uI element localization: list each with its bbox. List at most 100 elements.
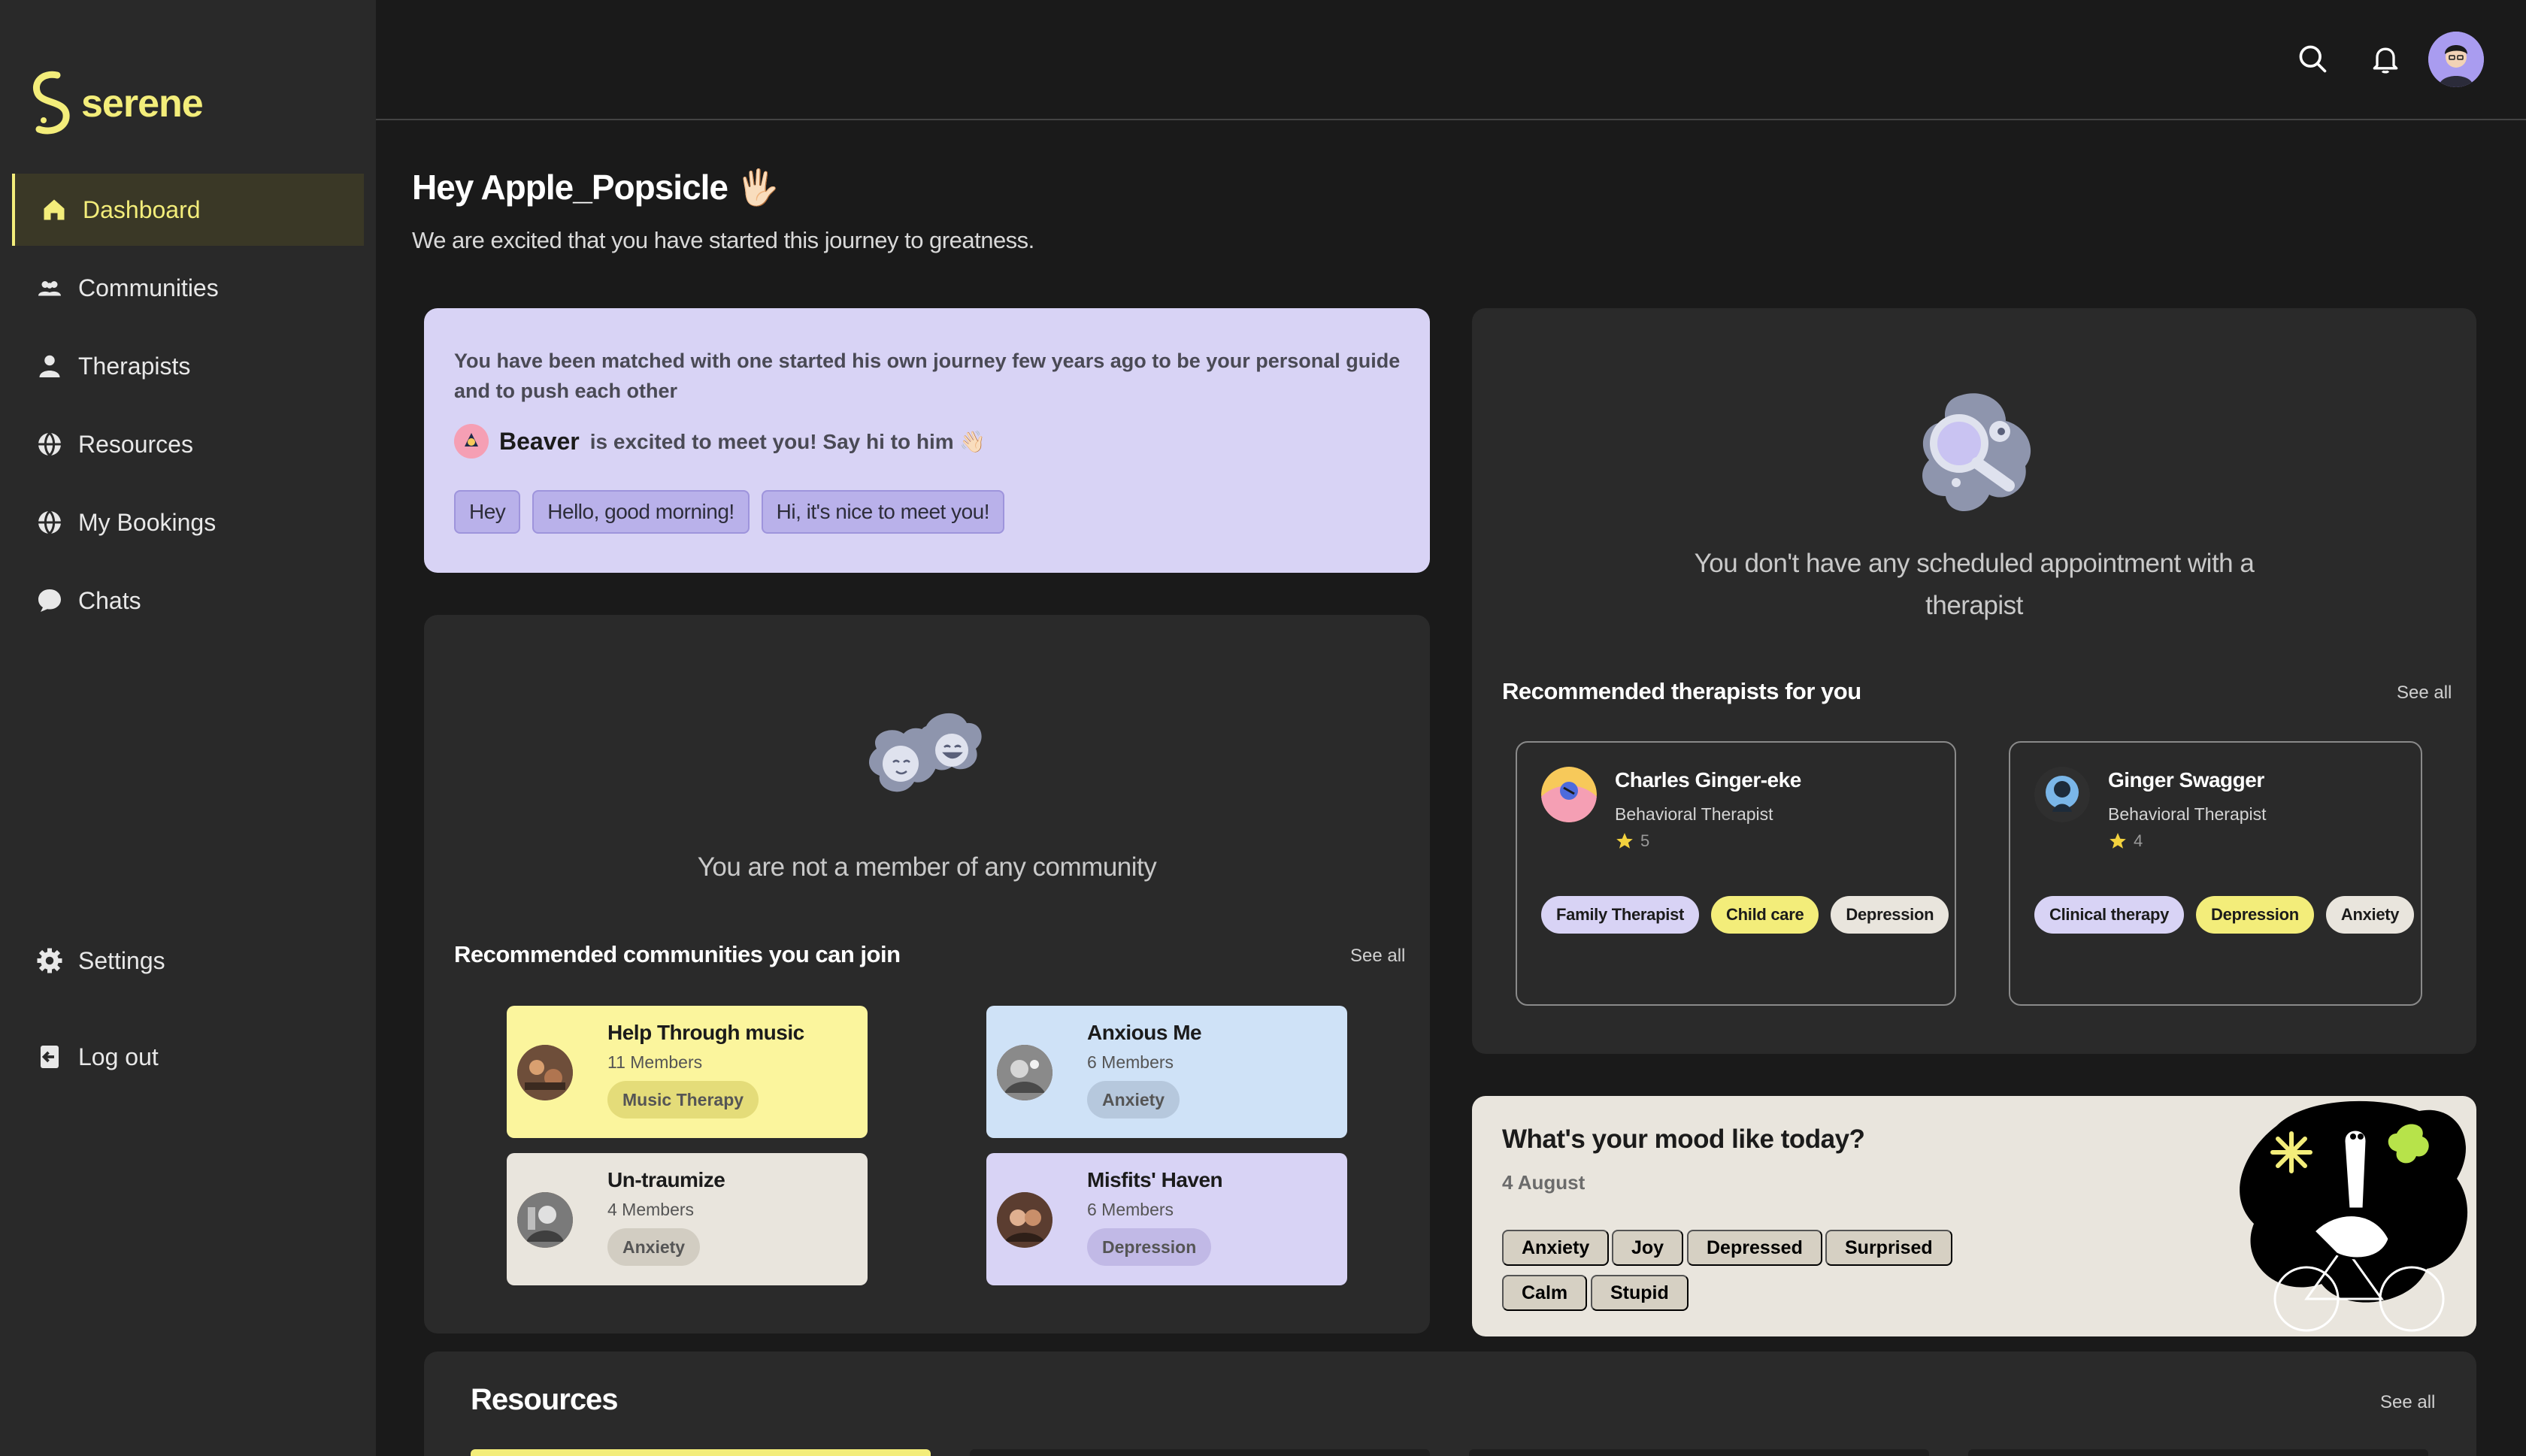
- resources-title: Resources: [471, 1383, 619, 1416]
- star-icon: [1616, 833, 1633, 849]
- resource-card[interactable]: [471, 1449, 931, 1456]
- sidebar-item-label: My Bookings: [78, 508, 217, 536]
- sidebar-item-logout[interactable]: Log out: [12, 1021, 364, 1093]
- mood-card: What's your mood like today? 4 August An…: [1472, 1096, 2476, 1336]
- page-subtitle: We are excited that you have started thi…: [412, 227, 1034, 253]
- sidebar-item-communities[interactable]: Communities: [12, 252, 364, 324]
- quick-reply-button[interactable]: Hey: [454, 490, 521, 534]
- match-card: You have been matched with one started h…: [424, 308, 1430, 573]
- community-members: 6 Members: [1087, 1200, 1174, 1219]
- therapist-avatar: [1541, 767, 1597, 822]
- community-tag: Depression: [1087, 1228, 1212, 1266]
- quick-replies: Hey Hello, good morning! Hi, it's nice t…: [454, 490, 1005, 534]
- community-members: 4 Members: [607, 1200, 695, 1219]
- resource-card[interactable]: [1469, 1449, 1929, 1456]
- therapist-name: Ginger Swagger: [2108, 768, 2264, 792]
- mood-option-button[interactable]: Calm: [1502, 1275, 1588, 1311]
- mood-option-button[interactable]: Joy: [1612, 1230, 1684, 1266]
- community-name: Un-traumize: [607, 1168, 725, 1191]
- therapist-tag: Depression: [1831, 896, 1949, 934]
- mood-illustration: [2240, 1100, 2468, 1332]
- page-title: Hey Apple_Popsicle 🖐🏻: [412, 168, 780, 207]
- therapist-tag: Depression: [2196, 896, 2314, 934]
- mood-option-button[interactable]: Depressed: [1687, 1230, 1822, 1266]
- therapist-tag: Family Therapist: [1541, 896, 1700, 934]
- community-tag: Anxiety: [607, 1228, 701, 1266]
- logout-icon: [41, 1046, 59, 1068]
- community-members: 11 Members: [607, 1052, 703, 1072]
- community-avatar: [997, 1192, 1052, 1248]
- buddy-message: is excited to meet you! Say hi to him 👋🏻: [589, 429, 986, 453]
- communities-see-all-link[interactable]: See all: [1350, 946, 1405, 967]
- appointments-empty-text: You don't have any scheduled appointment…: [1694, 549, 2255, 620]
- search-icon[interactable]: [2296, 42, 2329, 75]
- therapist-tag: Child care: [1711, 896, 1819, 934]
- sidebar-item-therapists[interactable]: Therapists: [12, 330, 364, 402]
- community-avatar: [517, 1192, 573, 1248]
- therapist-tag: Clinical therapy: [2034, 896, 2185, 934]
- sidebar-item-label: Settings: [78, 946, 165, 974]
- community-name: Anxious Me: [1087, 1021, 1202, 1044]
- buddy-avatar: [454, 424, 489, 459]
- therapist-card[interactable]: Charles Ginger-eke Behavioral Therapist …: [1516, 741, 1956, 1006]
- serene-logo-icon: [33, 71, 70, 135]
- sidebar-item-label: Chats: [78, 586, 141, 614]
- globe-icon: [38, 510, 61, 535]
- sidebar-item-chats[interactable]: Chats: [12, 565, 364, 637]
- match-text: You have been matched with one started h…: [454, 350, 1401, 402]
- sidebar-item-label: Therapists: [78, 352, 191, 380]
- resources-see-all-link[interactable]: See all: [2380, 1392, 2435, 1413]
- sidebar-item-my-bookings[interactable]: My Bookings: [12, 486, 364, 558]
- buddy-line: Beaver is excited to meet you! Say hi to…: [454, 424, 986, 459]
- community-avatar: [997, 1045, 1052, 1100]
- empty-appointment-illustration: [1922, 393, 2031, 512]
- community-name: Help Through music: [607, 1021, 804, 1044]
- therapists-see-all-link[interactable]: See all: [2397, 683, 2452, 704]
- sidebar-item-settings[interactable]: Settings: [12, 925, 364, 997]
- therapist-role: Behavioral Therapist: [1615, 804, 1773, 824]
- buddy-name[interactable]: Beaver: [499, 428, 580, 456]
- resource-card[interactable]: [1968, 1449, 2428, 1456]
- communities-panel: You are not a member of any community Re…: [424, 615, 1430, 1333]
- logo[interactable]: serene: [29, 69, 204, 138]
- sidebar: serene Dashboard Communities Therapists …: [0, 0, 376, 1456]
- chat-icon: [38, 589, 61, 612]
- community-name: Misfits' Haven: [1087, 1168, 1223, 1191]
- quick-reply-button[interactable]: Hi, it's nice to meet you!: [761, 490, 1005, 534]
- community-members: 6 Members: [1087, 1052, 1174, 1072]
- appointments-panel: You don't have any scheduled appointment…: [1472, 308, 2476, 1054]
- therapist-name: Charles Ginger-eke: [1615, 768, 1801, 792]
- community-card[interactable]: Un-traumize 4 Members Anxiety: [507, 1153, 868, 1285]
- sidebar-item-dashboard[interactable]: Dashboard: [12, 174, 364, 246]
- sidebar-item-label: Communities: [78, 274, 219, 301]
- person-icon: [39, 355, 60, 377]
- app-name: serene: [81, 82, 204, 126]
- resource-card[interactable]: [970, 1449, 1430, 1456]
- therapist-card[interactable]: Ginger Swagger Behavioral Therapist 4 Cl…: [2009, 741, 2422, 1006]
- globe-icon: [38, 431, 61, 457]
- resources-panel: Resources See all: [424, 1352, 2476, 1456]
- community-tag: Anxiety: [1087, 1081, 1180, 1118]
- avatar[interactable]: [2428, 32, 2484, 87]
- community-card[interactable]: Misfits' Haven 6 Members Depression: [986, 1153, 1347, 1285]
- rating-value: 4: [2134, 831, 2143, 850]
- sidebar-item-label: Resources: [78, 430, 193, 458]
- bell-icon[interactable]: [2369, 42, 2402, 75]
- sidebar-item-resources[interactable]: Resources: [12, 408, 364, 480]
- community-avatar: [517, 1045, 573, 1100]
- therapist-rating: 5: [1615, 831, 1649, 851]
- therapist-rating: 4: [2108, 831, 2143, 851]
- therapist-tags: Clinical therapy Depression Anxiety: [2034, 896, 2415, 934]
- empty-community-illustration: [869, 713, 982, 792]
- quick-reply-button[interactable]: Hello, good morning!: [532, 490, 750, 534]
- mood-option-button[interactable]: Stupid: [1591, 1275, 1689, 1311]
- community-card[interactable]: Anxious Me 6 Members Anxiety: [986, 1006, 1347, 1138]
- mood-option-button[interactable]: Surprised: [1825, 1230, 1952, 1266]
- rating-value: 5: [1640, 831, 1650, 850]
- therapist-tag: Anxiety: [2325, 896, 2415, 934]
- recommended-communities-title: Recommended communities you can join: [454, 941, 901, 967]
- community-card[interactable]: Help Through music 11 Members Music Ther…: [507, 1006, 868, 1138]
- mood-option-button[interactable]: Anxiety: [1502, 1230, 1610, 1266]
- home-icon: [44, 199, 65, 220]
- mood-date: 4 August: [1502, 1171, 1586, 1194]
